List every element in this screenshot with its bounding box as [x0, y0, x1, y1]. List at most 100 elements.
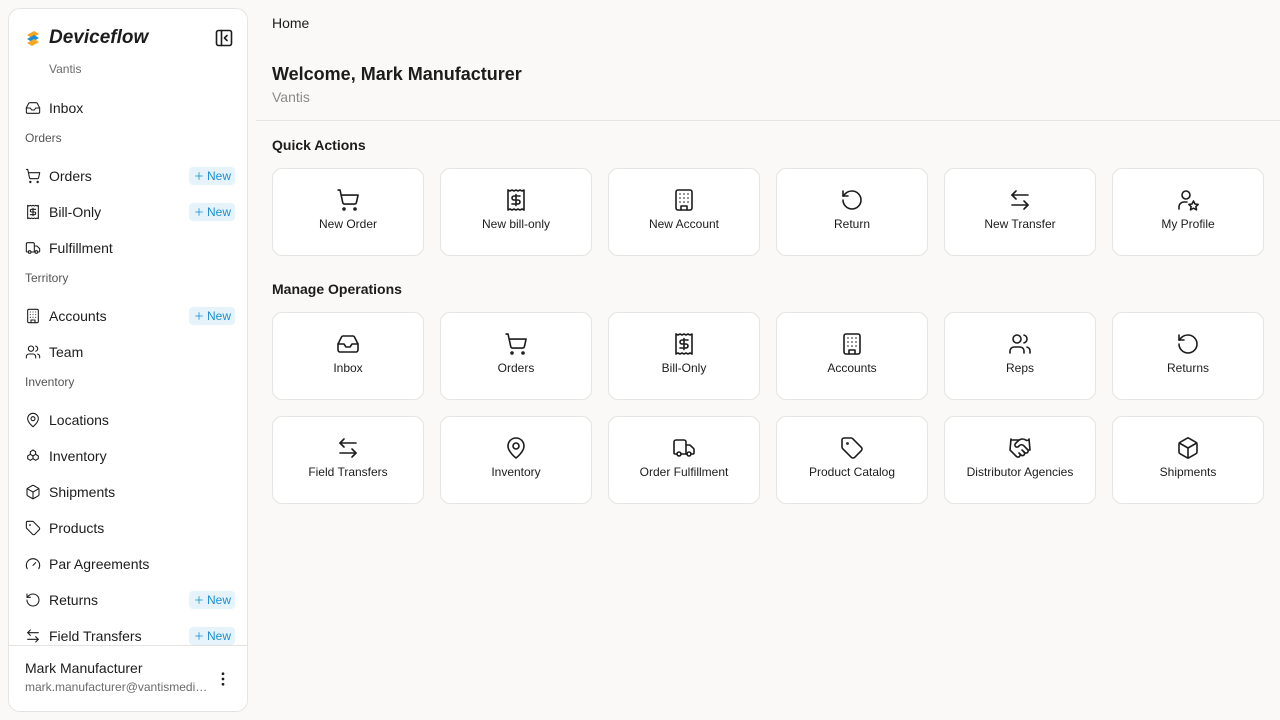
package-icon	[26, 484, 40, 500]
quick-action-new-account[interactable]: New Account	[608, 168, 760, 256]
sidebar-item-label: Field Transfers	[49, 628, 142, 644]
sidebar-item-label: Products	[49, 520, 105, 536]
manage-shipments[interactable]: Shipments	[1112, 416, 1264, 504]
page-title: Welcome, Mark Manufacturer	[272, 64, 522, 84]
rotate-ccw-icon	[842, 190, 862, 210]
users-icon	[25, 345, 41, 359]
sidebar-item-label: Shipments	[49, 484, 116, 500]
handshake-icon	[1009, 438, 1031, 458]
manage-orders[interactable]: Orders	[440, 312, 592, 400]
quick-action-return[interactable]: Return	[776, 168, 928, 256]
sidebar-item-label: Locations	[49, 412, 109, 428]
manage-order-fulfillment[interactable]: Order Fulfillment	[608, 416, 760, 504]
building-icon	[843, 333, 861, 355]
new-field-transfer-button[interactable]: New	[188, 627, 235, 645]
sidebar-item-label: Fulfillment	[49, 240, 113, 256]
sidebar-item-label: Orders	[49, 168, 92, 184]
manage-inbox[interactable]: Inbox	[272, 312, 424, 400]
manage-bill-only[interactable]: Bill-Only	[608, 312, 760, 400]
rotate-ccw-icon	[1178, 334, 1198, 354]
manage-field-transfers[interactable]: Field Transfers	[272, 416, 424, 504]
new-order-button[interactable]: New	[188, 167, 235, 185]
sidebar-item-label: Inventory	[49, 448, 107, 464]
sidebar-item-inventory[interactable]: Inventory	[17, 441, 239, 471]
package-icon	[1178, 437, 1198, 459]
page-subtitle: Vantis	[272, 89, 310, 105]
cart-icon	[505, 333, 527, 355]
arrow-left-right-icon	[339, 438, 357, 458]
more-vertical-icon[interactable]	[214, 670, 232, 688]
org-name: Vantis	[49, 62, 82, 76]
sidebar-item-label: Team	[49, 344, 84, 360]
inbox-icon	[337, 335, 359, 353]
brand[interactable]: Deviceflow	[25, 27, 148, 49]
map-pin-icon	[27, 412, 39, 428]
quick-actions-heading: Quick Actions	[272, 137, 366, 153]
user-menu[interactable]: Mark Manufacturer mark.manufacturer@vant…	[9, 645, 247, 711]
section-territory: Territory	[25, 271, 69, 285]
manage-distributor-agencies[interactable]: Distributor Agencies	[944, 416, 1096, 504]
plus-icon	[195, 208, 203, 216]
manage-accounts[interactable]: Accounts	[776, 312, 928, 400]
plus-icon	[195, 172, 203, 180]
sidebar-item-products[interactable]: Products	[17, 513, 239, 543]
manage-reps[interactable]: Reps	[944, 312, 1096, 400]
deviceflow-logo-icon	[27, 31, 39, 46]
cart-icon	[337, 189, 359, 211]
sidebar: Deviceflow Vantis Inbox Orders Orders Ne…	[8, 8, 248, 712]
building-icon	[27, 308, 39, 324]
user-name: Mark Manufacturer	[25, 660, 143, 676]
main-content: Home Welcome, Mark Manufacturer Vantis Q…	[256, 0, 1280, 720]
truck-icon	[673, 439, 695, 457]
inbox-icon	[25, 102, 41, 114]
collapse-sidebar-icon[interactable]	[215, 29, 233, 47]
sidebar-item-label: Bill-Only	[49, 204, 102, 220]
sidebar-item-shipments[interactable]: Shipments	[17, 477, 239, 507]
receipt-icon	[507, 189, 525, 211]
sidebar-item-label: Inbox	[49, 100, 84, 116]
quick-action-new-order[interactable]: New Order	[272, 168, 424, 256]
arrow-left-right-icon	[27, 629, 39, 643]
plus-icon	[195, 632, 203, 640]
manage-product-catalog[interactable]: Product Catalog	[776, 416, 928, 504]
map-pin-icon	[507, 437, 525, 459]
plus-icon	[195, 596, 203, 604]
sidebar-item-orders[interactable]: Orders New	[17, 161, 239, 191]
quick-action-new-bill-only[interactable]: New bill-only	[440, 168, 592, 256]
sidebar-item-accounts[interactable]: Accounts New	[17, 301, 239, 331]
boxes-icon	[27, 449, 39, 461]
user-email: mark.manufacturer@vantismedical.com	[25, 680, 210, 694]
cart-icon	[25, 168, 41, 184]
sidebar-item-team[interactable]: Team	[17, 337, 239, 367]
gauge-icon	[25, 558, 41, 570]
tag-icon	[841, 437, 863, 459]
section-orders: Orders	[25, 131, 62, 145]
brand-name: Deviceflow	[49, 27, 149, 48]
divider	[256, 120, 1280, 121]
sidebar-item-par-agreements[interactable]: Par Agreements	[17, 549, 239, 579]
tag-icon	[25, 520, 41, 536]
quick-action-my-profile[interactable]: My Profile	[1112, 168, 1264, 256]
sidebar-item-bill-only[interactable]: Bill-Only New	[17, 197, 239, 227]
sidebar-item-label: Returns	[49, 592, 99, 608]
new-return-button[interactable]: New	[188, 591, 235, 609]
manage-returns[interactable]: Returns	[1112, 312, 1264, 400]
sidebar-item-label: Accounts	[49, 308, 107, 324]
receipt-icon	[27, 204, 39, 220]
arrow-left-right-icon	[1011, 190, 1029, 210]
breadcrumb[interactable]: Home	[272, 15, 309, 31]
sidebar-item-returns[interactable]: Returns New	[17, 585, 239, 615]
quick-action-new-transfer[interactable]: New Transfer	[944, 168, 1096, 256]
plus-icon	[195, 312, 203, 320]
truck-icon	[25, 242, 41, 254]
new-bill-only-button[interactable]: New	[188, 203, 235, 221]
sidebar-item-fulfillment[interactable]: Fulfillment	[17, 233, 239, 263]
manage-inventory[interactable]: Inventory	[440, 416, 592, 504]
rotate-ccw-icon	[26, 593, 40, 607]
sidebar-item-locations[interactable]: Locations	[17, 405, 239, 435]
users-icon	[1009, 334, 1031, 354]
building-icon	[675, 189, 693, 211]
sidebar-item-inbox[interactable]: Inbox	[17, 93, 239, 123]
new-account-button[interactable]: New	[188, 307, 235, 325]
manage-operations-heading: Manage Operations	[272, 281, 402, 297]
